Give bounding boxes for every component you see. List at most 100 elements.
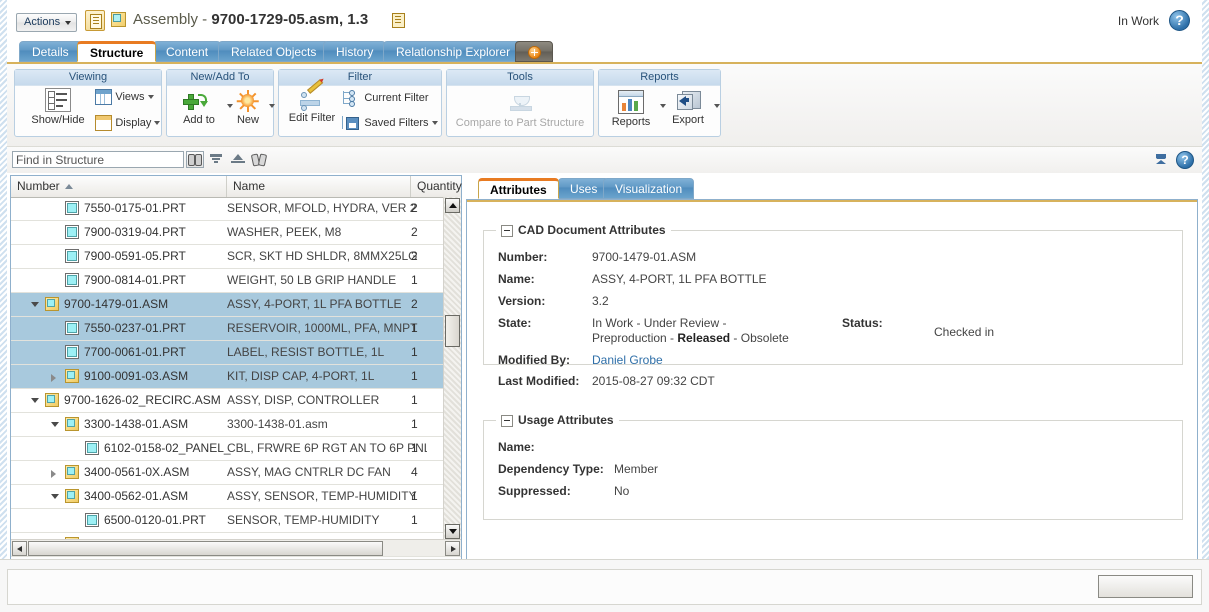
chevron-down-icon[interactable] <box>269 104 275 108</box>
collapse-minus-icon[interactable] <box>501 414 513 427</box>
help-icon[interactable]: ? <box>1169 10 1190 31</box>
row-number-label: 6102-0158-02_PANEL_ <box>104 441 231 455</box>
collapse-triangle-icon[interactable] <box>31 302 39 307</box>
reports-button[interactable]: Reports <box>605 90 657 128</box>
row-number-label: 7900-0319-04.PRT <box>84 225 186 239</box>
name-label: Name: <box>498 272 535 286</box>
table-row[interactable]: 6500-0120-01.PRT SENSOR, TEMP-HUMIDITY 1 <box>11 509 461 533</box>
add-to-button[interactable]: Add to <box>174 90 224 126</box>
chevron-down-icon[interactable] <box>147 95 154 99</box>
table-row[interactable]: 3400-0562-01.ASM ASSY, SENSOR, TEMP-HUMID… <box>11 485 461 509</box>
table-row[interactable]: 7550-0237-01.PRT RESERVOIR, 1000ML, PFA, … <box>11 317 461 341</box>
table-row[interactable]: 7550-0175-01.PRT SENSOR, MFOLD, HYDRA, VE… <box>11 197 461 221</box>
usage-section-legend[interactable]: Usage Attributes <box>496 413 619 428</box>
tab-details[interactable]: Details <box>19 41 82 62</box>
export-button[interactable]: Export <box>665 90 711 126</box>
cell-name: SCR, SKT HD SHLDR, 8MMX25LG <box>227 249 418 263</box>
compare-label: Compare to Part Structure <box>455 117 585 129</box>
table-row[interactable]: 3400-0561-0X.ASM ASSY, MAG CNTRLR DC FAN 4 <box>11 461 461 485</box>
table-row[interactable]: 7700-0061-01.PRT LABEL, RESIST BOTTLE, 1L… <box>11 341 461 365</box>
show-hide-button[interactable]: Show/Hide <box>23 88 93 126</box>
chevron-down-icon[interactable] <box>431 121 438 125</box>
tab-label: Content <box>166 45 209 59</box>
edit-filter-label: Edit Filter <box>288 112 336 124</box>
row-number-label: 7900-0814-01.PRT <box>84 273 186 287</box>
tab-label: Visualization <box>615 182 683 196</box>
cell-name: ASSY, 4-PORT, 1L PFA BOTTLE <box>227 297 402 311</box>
views-label: Views <box>115 91 145 104</box>
page-title-prefix: Assembly - <box>133 11 212 28</box>
chevron-down-icon[interactable] <box>154 121 161 125</box>
add-to-label: Add to <box>183 114 215 126</box>
table-row[interactable]: 9700-1479-01.ASM ASSY, 4-PORT, 1L PFA BOT… <box>11 293 461 317</box>
current-filter-button[interactable]: Current Filter <box>341 90 429 107</box>
tab-uses[interactable]: Uses <box>558 178 610 199</box>
state-value-current: Released <box>677 331 731 345</box>
cad-section-legend[interactable]: CAD Document Attributes <box>496 223 671 238</box>
new-button[interactable]: New <box>229 90 267 126</box>
tab-attributes[interactable]: Attributes <box>478 178 559 199</box>
actions-menu-button[interactable]: Actions <box>16 13 78 32</box>
tab-structure[interactable]: Structure <box>77 41 157 62</box>
table-row[interactable]: 7900-0319-04.PRT WASHER, PEEK, M8 2 <box>11 221 461 245</box>
bottom-action-button[interactable] <box>1098 575 1193 598</box>
tree-body[interactable]: 7550-0175-01.PRT SENSOR, MFOLD, HYDRA, VE… <box>11 197 461 540</box>
suppressed-value: No <box>614 484 630 498</box>
expand-triangle-icon[interactable] <box>230 152 246 167</box>
tree-horizontal-scrollbar[interactable] <box>11 539 461 557</box>
last-modified-label: Last Modified: <box>498 374 580 388</box>
tab-related-objects[interactable]: Related Objects <box>218 41 330 62</box>
tab-relationship-explorer[interactable]: Relationship Explorer <box>383 41 524 62</box>
add-tab-button[interactable] <box>515 41 553 62</box>
column-header-name[interactable]: Name <box>227 176 411 197</box>
chevron-down-icon[interactable] <box>714 104 720 108</box>
table-row[interactable]: 6102-0158-02_PANEL_ CBL, FRWRE 6P RGT AN … <box>11 437 461 461</box>
state-value-line1: In Work - Under Review - <box>592 316 727 330</box>
add-to-icon <box>183 90 211 112</box>
tree-vertical-scrollbar[interactable] <box>443 197 461 540</box>
column-header-quantity[interactable]: Quantity <box>411 176 463 197</box>
filter-funnel-icon[interactable] <box>208 152 224 167</box>
table-row[interactable]: 3300-1438-01.ASM 3300-1438-01.asm 1 <box>11 413 461 437</box>
double-chevron-up-icon[interactable] <box>1155 154 1167 166</box>
table-row[interactable]: 9100-0091-03.ASM KIT, DISP CAP, 4-PORT, 1… <box>11 365 461 389</box>
cell-name: WASHER, PEEK, M8 <box>227 225 342 239</box>
saved-filters-button[interactable]: Saved Filters <box>341 115 438 131</box>
column-header-number[interactable]: Number <box>11 176 227 197</box>
views-button[interactable]: Views <box>95 89 154 105</box>
part-icon <box>65 273 79 287</box>
edit-filter-button[interactable]: Edit Filter <box>283 79 341 124</box>
expand-triangle-icon[interactable] <box>51 470 56 478</box>
horizontal-scroll-thumb[interactable] <box>28 541 383 556</box>
collapse-triangle-icon[interactable] <box>51 422 59 427</box>
part-icon <box>65 249 79 263</box>
column-label: Quantity <box>417 179 462 193</box>
scroll-down-button[interactable] <box>445 524 460 539</box>
saved-filters-label: Saved Filters <box>364 117 429 130</box>
row-number-label: 9100-0091-03.ASM <box>84 369 189 383</box>
tab-visualization[interactable]: Visualization <box>603 178 695 199</box>
table-row[interactable]: 7900-0814-01.PRT WEIGHT, 50 LB GRIP HANDL… <box>11 269 461 293</box>
scroll-up-button[interactable] <box>445 198 460 213</box>
advanced-search-icon[interactable] <box>251 152 267 167</box>
plus-circle-icon <box>528 46 541 59</box>
tab-history[interactable]: History <box>323 41 387 62</box>
display-button[interactable]: Display <box>95 115 161 131</box>
expand-triangle-icon[interactable] <box>51 374 56 382</box>
title-document-badge-icon[interactable] <box>392 13 405 28</box>
table-row[interactable]: 7900-0591-05.PRT SCR, SKT HD SHLDR, 8MMX2… <box>11 245 461 269</box>
vertical-scroll-thumb[interactable] <box>445 315 460 347</box>
ribbon-group-title: Reports <box>599 70 720 86</box>
tab-content[interactable]: Content <box>153 41 222 62</box>
collapse-triangle-icon[interactable] <box>31 398 39 403</box>
table-row[interactable]: 9700-1626-02_RECIRC.ASM ASSY, DISP, CONTR… <box>11 389 461 413</box>
help-icon[interactable]: ? <box>1176 151 1194 169</box>
find-binoculars-icon[interactable] <box>186 151 204 168</box>
search-input[interactable] <box>12 151 184 168</box>
modified-by-value[interactable]: Daniel Grobe <box>592 353 663 367</box>
scroll-left-button[interactable] <box>12 541 27 556</box>
scroll-right-button[interactable] <box>445 541 460 556</box>
ribbon-group-title: Filter <box>279 70 441 86</box>
collapse-triangle-icon[interactable] <box>51 494 59 499</box>
collapse-minus-icon[interactable] <box>501 224 513 237</box>
